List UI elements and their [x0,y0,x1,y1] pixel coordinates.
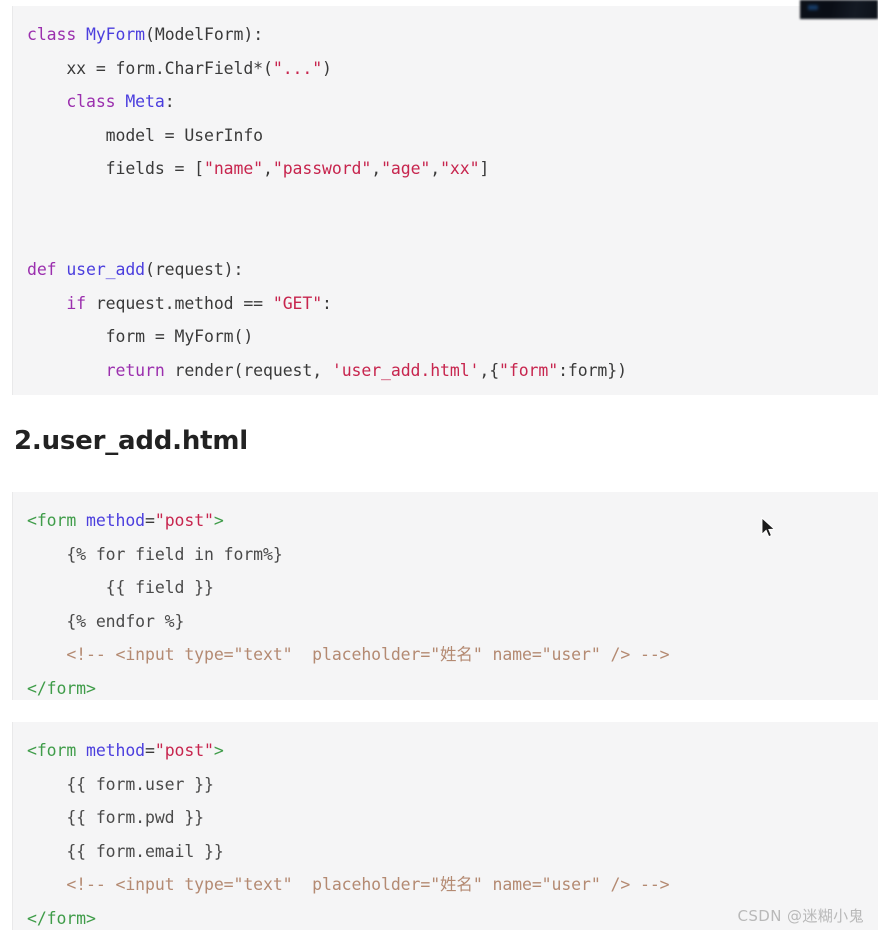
code-token: ) [322,58,332,78]
code-line: xx = form.CharField*("...") [27,52,878,86]
code-line: </form> [27,672,878,700]
code-token: ,{ [479,360,500,380]
code-line: if request.method == "GET": [27,287,878,321]
code-line: {% for field in form%} [27,538,878,572]
code-line: fields = ["name","password","age","xx"] [27,152,878,186]
code-line: model = UserInfo [27,119,878,153]
code-block-python[interactable]: class MyForm(ModelForm): xx = form.CharF… [12,6,878,395]
code-token: form = MyForm() [27,327,254,347]
code-line: <form method="post"> [27,504,878,538]
code-token: "post" [154,741,214,760]
code-token: {{ form.email }} [27,841,224,861]
code-token: </form> [27,678,96,698]
code-token: > [213,511,224,530]
code-line: {{ field }} [27,571,878,605]
code-line: form = MyForm() [27,320,878,354]
code-token: = [145,511,155,530]
code-line: {{ form.user }} [27,768,878,802]
csdn-watermark: CSDN @迷糊小鬼 [737,907,864,925]
code-token: method [86,741,146,760]
code-token: "..." [272,58,323,78]
code-token: if [27,293,96,313]
code-line: <form method="post"> [27,734,878,768]
page-section-heading: 2.user_add.html [14,426,248,456]
code-line: return render(request, 'user_add.html',{… [27,354,878,388]
code-token: xx = form.CharField*( [27,58,273,78]
code-token: <!-- <input type="text" placeholder="姓名"… [27,645,670,665]
code-token: render(request, [174,360,332,380]
code-token: user_add [66,260,146,280]
code-token: {{ field }} [27,578,214,598]
code-line: {{ form.pwd }} [27,801,878,835]
code-token: class [27,25,87,44]
code-line: class Meta: [27,85,878,119]
code-token: : [164,92,175,112]
code-token: class [27,92,126,112]
code-line: {{ form.email }} [27,835,878,869]
code-token: model = UserInfo [27,125,264,145]
blurred-window-corner [800,0,878,19]
code-token: {% endfor %} [27,611,185,631]
code-token: (request): [145,260,244,280]
code-token: "password" [272,159,372,179]
code-token: MyForm [86,25,146,44]
code-line: class MyForm(ModelForm): [27,18,878,52]
code-token: = [145,741,155,760]
code-token: {{ form.pwd }} [27,808,205,828]
code-token: {% for field in form%} [27,544,283,564]
code-token: "GET" [272,293,323,313]
code-token: , [263,159,273,179]
code-token: , [371,159,382,179]
code-token: request.method == [95,293,273,313]
code-line: <!-- <input type="text" placeholder="姓名"… [27,638,878,672]
code-token: <!-- <input type="text" placeholder="姓名"… [27,875,670,895]
code-token: "xx" [440,159,480,179]
code-token: (ModelForm): [145,25,264,44]
code-line: <!-- <input type="text" placeholder="姓名"… [27,868,878,902]
code-token: : [322,293,332,313]
code-token: <form [27,511,87,530]
code-token: fields = [ [27,159,205,179]
code-token: return [27,360,175,380]
code-block-html-form-loop[interactable]: <form method="post"> {% for field in for… [12,492,878,700]
code-token: 'user_add.html' [331,360,480,380]
code-block-html-form-fields[interactable]: <form method="post"> {{ form.user }} {{ … [12,722,878,930]
code-token: </form> [27,908,96,928]
code-token: "form" [499,360,559,380]
code-line: def user_add(request): [27,253,878,287]
code-token: > [213,741,224,760]
code-token: "age" [381,159,431,179]
code-token: , [430,159,441,179]
code-token: <form [27,741,87,760]
code-token: "post" [154,511,214,530]
code-token: def [27,260,67,280]
code-token: :form}) [558,360,627,380]
code-token: Meta [125,92,165,112]
code-token: method [86,511,146,530]
code-token: "name" [204,159,264,179]
code-token: ] [479,159,490,179]
code-line: {% endfor %} [27,605,878,639]
code-token: {{ form.user }} [27,774,214,794]
